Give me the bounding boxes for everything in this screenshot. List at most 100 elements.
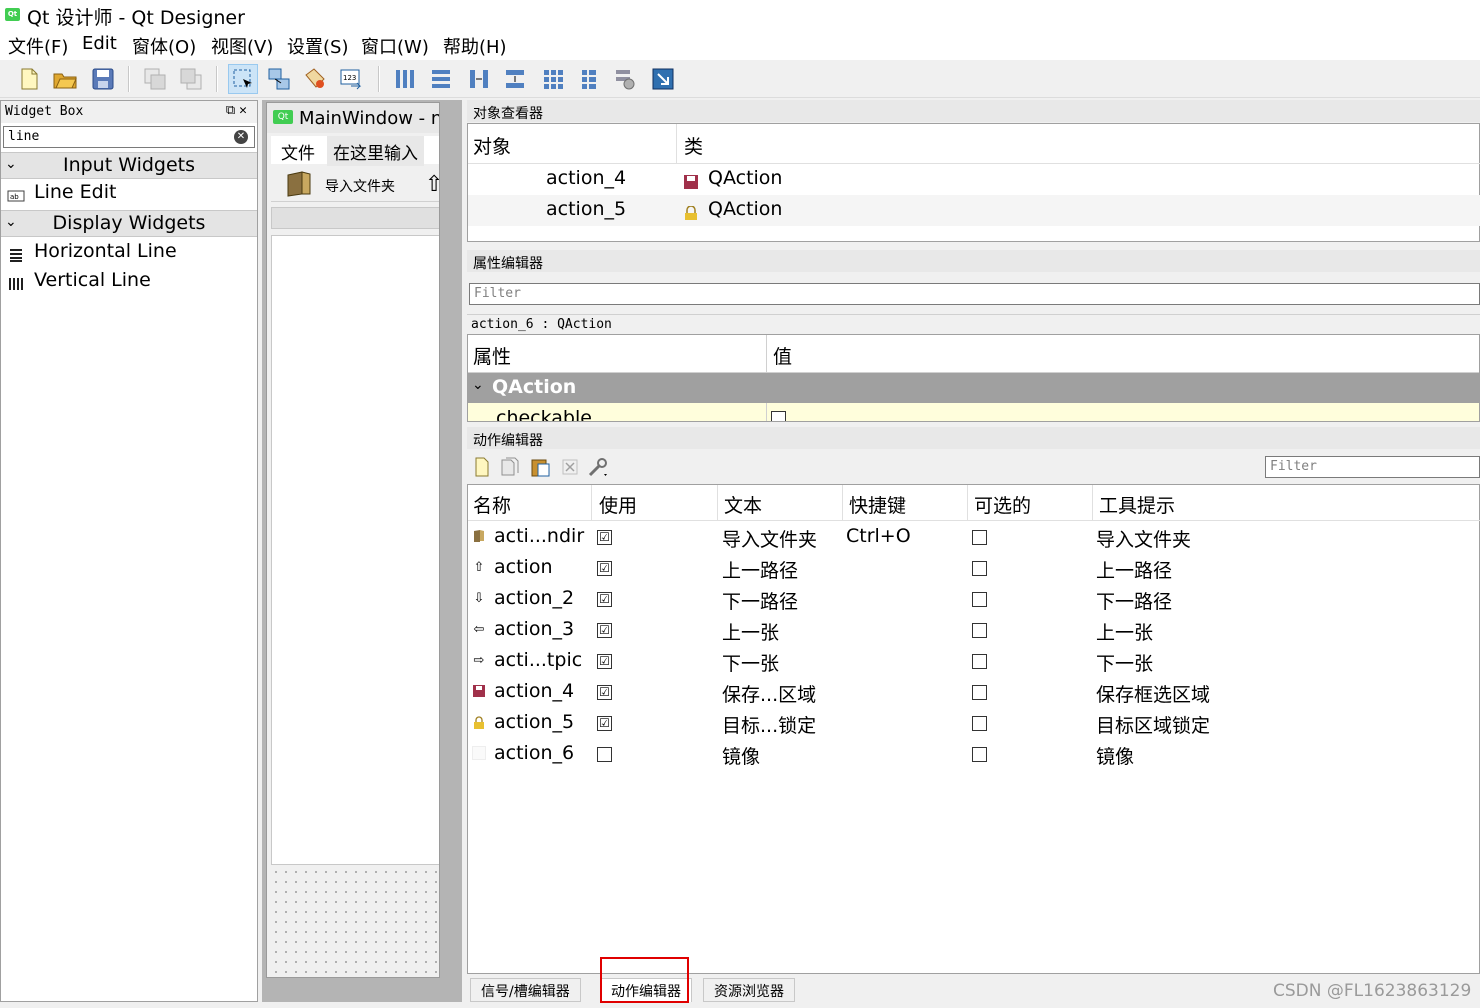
widget-item-horizontal-line[interactable]: Horizontal Line bbox=[1, 239, 257, 267]
object-inspector-title: 对象查看器 bbox=[467, 100, 1480, 122]
svg-text:123: 123 bbox=[343, 74, 356, 82]
action-row[interactable]: ⇨ acti...tpic ☑ 下一张 下一张 bbox=[468, 645, 1480, 676]
open-icon[interactable] bbox=[50, 64, 80, 94]
copy-action-icon[interactable] bbox=[499, 456, 521, 478]
action-row[interactable]: ⇦ action_3 ☑ 上一张 上一张 bbox=[468, 614, 1480, 645]
action-editor-title: 动作编辑器 bbox=[467, 427, 1480, 449]
menu-settings[interactable]: 设置(S) bbox=[287, 33, 348, 59]
used-checkbox[interactable] bbox=[597, 747, 612, 762]
edit-widgets-icon[interactable] bbox=[228, 64, 258, 94]
column-header-shortcut[interactable]: 快捷键 bbox=[849, 491, 906, 518]
column-header-text[interactable]: 文本 bbox=[724, 491, 762, 518]
send-back-icon[interactable] bbox=[176, 64, 206, 94]
column-header-value[interactable]: 值 bbox=[773, 342, 792, 369]
adjust-size-icon[interactable] bbox=[648, 64, 678, 94]
column-header-checkable[interactable]: 可选的 bbox=[974, 491, 1031, 518]
action-row[interactable]: action_6 镜像 镜像 bbox=[468, 738, 1480, 769]
checkable-checkbox[interactable] bbox=[972, 685, 987, 700]
float-icon[interactable]: ⧉ bbox=[226, 103, 239, 118]
checkable-checkbox[interactable] bbox=[972, 654, 987, 669]
paste-action-icon[interactable] bbox=[529, 456, 551, 478]
widget-item-line-edit[interactable]: ab Line Edit bbox=[1, 180, 257, 208]
menu-view[interactable]: 视图(V) bbox=[211, 33, 273, 59]
layout-form-icon[interactable] bbox=[574, 64, 604, 94]
layout-horizontal-icon[interactable] bbox=[390, 64, 420, 94]
checkable-checkbox[interactable] bbox=[972, 623, 987, 638]
action-row[interactable]: ⇧ action ☑ 上一路径 上一路径 bbox=[468, 552, 1480, 583]
lock-icon bbox=[684, 203, 698, 220]
checkable-checkbox[interactable] bbox=[972, 561, 987, 576]
action-row[interactable]: ⇩ action_2 ☑ 下一路径 下一路径 bbox=[468, 583, 1480, 614]
used-checkbox[interactable]: ☑ bbox=[597, 716, 612, 731]
property-editor-title: 属性编辑器 bbox=[467, 250, 1480, 272]
form-toolbar-import-label[interactable]: 导入文件夹 bbox=[325, 176, 395, 196]
widget-search-input[interactable]: line ✕ bbox=[3, 126, 255, 148]
edit-tab-order-icon[interactable]: 123 bbox=[336, 64, 366, 94]
break-layout-icon[interactable] bbox=[610, 64, 640, 94]
widget-item-vertical-line[interactable]: Vertical Line bbox=[1, 268, 257, 296]
form-menu-type-here[interactable]: 在这里输入 bbox=[327, 136, 424, 167]
bring-front-icon[interactable] bbox=[140, 64, 170, 94]
checkable-checkbox[interactable] bbox=[771, 411, 786, 421]
save-icon[interactable] bbox=[88, 64, 118, 94]
property-row-checkable[interactable]: checkable bbox=[468, 403, 1479, 421]
checkable-checkbox[interactable] bbox=[972, 530, 987, 545]
used-checkbox[interactable]: ☑ bbox=[597, 592, 612, 607]
arrow-right-icon: ⇨ bbox=[473, 652, 485, 668]
new-action-icon[interactable] bbox=[471, 456, 493, 478]
tab-resource-browser[interactable]: 资源浏览器 bbox=[703, 978, 795, 1002]
used-checkbox[interactable]: ☑ bbox=[597, 654, 612, 669]
column-header-property[interactable]: 属性 bbox=[473, 342, 511, 369]
checkable-checkbox[interactable] bbox=[972, 747, 987, 762]
form-central-widget[interactable] bbox=[271, 235, 439, 865]
used-checkbox[interactable]: ☑ bbox=[597, 623, 612, 638]
layout-vertical-icon[interactable] bbox=[426, 64, 456, 94]
property-filter-input[interactable]: Filter bbox=[469, 283, 1480, 305]
edit-buddies-icon[interactable] bbox=[300, 64, 330, 94]
form-window[interactable]: Qt MainWindow - n 文件 在这里输入 导入文件夹 ⇧ ︿ ﹀ <… bbox=[266, 102, 440, 978]
menu-edit[interactable]: Edit bbox=[82, 33, 117, 54]
action-row[interactable]: acti...ndir ☑ 导入文件夹 Ctrl+O 导入文件夹 bbox=[468, 521, 1480, 552]
column-header-used[interactable]: 使用 bbox=[599, 491, 637, 518]
category-input-widgets[interactable]: ⌄ Input Widgets bbox=[1, 152, 257, 179]
action-row[interactable]: action_4 ☑ 保存...区域 保存框选区域 bbox=[468, 676, 1480, 707]
object-row-action-4[interactable]: action_4 QAction bbox=[468, 164, 1480, 195]
object-row-action-5[interactable]: action_5 QAction bbox=[468, 195, 1480, 226]
close-icon[interactable]: ✕ bbox=[239, 103, 251, 118]
property-group-qaction[interactable]: ⌄ QAction bbox=[468, 373, 1479, 403]
column-header-object[interactable]: 对象 bbox=[473, 132, 511, 159]
menu-help[interactable]: 帮助(H) bbox=[443, 33, 507, 59]
used-checkbox[interactable]: ☑ bbox=[597, 561, 612, 576]
tab-signal-slot-editor[interactable]: 信号/槽编辑器 bbox=[470, 978, 581, 1002]
action-row[interactable]: action_5 ☑ 目标...锁定 目标区域锁定 bbox=[468, 707, 1480, 738]
menu-form[interactable]: 窗体(O) bbox=[132, 33, 196, 59]
edit-signals-icon[interactable] bbox=[264, 64, 294, 94]
layout-h-splitter-icon[interactable] bbox=[464, 64, 494, 94]
used-checkbox[interactable]: ☑ bbox=[597, 530, 612, 545]
column-header-class[interactable]: 类 bbox=[684, 132, 703, 159]
object-inspector-header: 对象 类 bbox=[468, 124, 1480, 164]
form-window-title-bar[interactable]: Qt MainWindow - n bbox=[267, 103, 439, 133]
new-icon[interactable] bbox=[14, 64, 44, 94]
delete-action-icon[interactable] bbox=[559, 456, 581, 478]
checkable-checkbox[interactable] bbox=[972, 716, 987, 731]
menu-window[interactable]: 窗口(W) bbox=[361, 33, 429, 59]
arrow-up-icon[interactable]: ⇧ bbox=[425, 172, 439, 197]
column-header-name[interactable]: 名称 bbox=[473, 491, 511, 518]
used-checkbox[interactable]: ☑ bbox=[597, 685, 612, 700]
layout-v-splitter-icon[interactable] bbox=[500, 64, 530, 94]
action-filter-input[interactable]: Filter bbox=[1265, 456, 1480, 478]
form-grid-area bbox=[271, 867, 439, 977]
menu-file[interactable]: 文件(F) bbox=[8, 33, 68, 59]
folder-icon[interactable] bbox=[285, 170, 313, 202]
configure-icon[interactable] bbox=[587, 456, 609, 478]
form-menu-file[interactable]: 文件 bbox=[281, 139, 315, 164]
layout-grid-icon[interactable] bbox=[538, 64, 568, 94]
blank-icon bbox=[472, 746, 486, 760]
property-table: 属性 值 ⌄ QAction checkable bbox=[467, 334, 1480, 422]
horizontal-line-icon bbox=[7, 245, 25, 262]
column-header-tooltip[interactable]: 工具提示 bbox=[1099, 491, 1175, 518]
checkable-checkbox[interactable] bbox=[972, 592, 987, 607]
clear-search-icon[interactable]: ✕ bbox=[234, 130, 248, 144]
category-display-widgets[interactable]: ⌄ Display Widgets bbox=[1, 210, 257, 237]
